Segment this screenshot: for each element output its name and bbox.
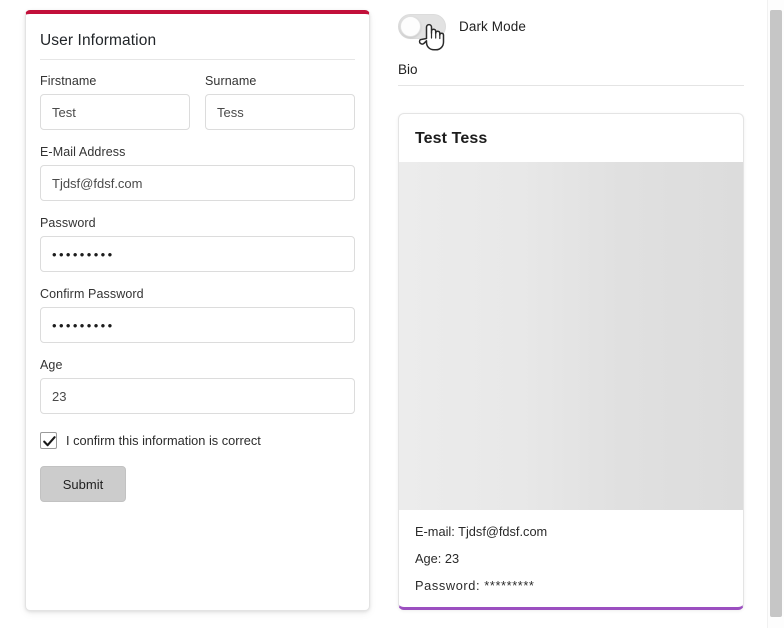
surname-label: Surname — [205, 74, 355, 88]
profile-image-placeholder — [399, 162, 743, 510]
confirm-checkbox-row[interactable]: I confirm this information is correct — [40, 432, 355, 449]
checkmark-icon — [42, 434, 57, 449]
email-field-group: E-Mail Address — [40, 145, 355, 201]
bio-heading-text: Bio — [398, 62, 744, 85]
firstname-input[interactable] — [40, 94, 190, 130]
surname-input[interactable] — [205, 94, 355, 130]
dark-mode-toggle[interactable] — [398, 14, 446, 39]
bio-card-title: Test Tess — [399, 114, 743, 162]
toggle-knob — [400, 16, 421, 37]
bio-age-line: Age: 23 — [415, 551, 727, 566]
vertical-scrollbar-track[interactable] — [767, 0, 784, 628]
bio-divider — [398, 85, 744, 86]
age-input[interactable] — [40, 378, 355, 414]
bio-email-line: E-mail: Tjdsf@fdsf.com — [415, 524, 727, 539]
right-panel: Dark Mode Bio Test Tess E-mail: Tjdsf@fd… — [396, 0, 746, 628]
submit-button[interactable]: Submit — [40, 466, 126, 502]
firstname-label: Firstname — [40, 74, 190, 88]
age-field-group: Age — [40, 358, 355, 414]
vertical-scrollbar-thumb[interactable] — [770, 10, 782, 617]
bio-password-line: Password: ********* — [415, 578, 727, 593]
dark-mode-row: Dark Mode — [398, 14, 526, 39]
confirm-password-field-group: Confirm Password ••••••••• — [40, 287, 355, 343]
name-row: Firstname Surname — [40, 74, 355, 130]
firstname-field-group: Firstname — [40, 74, 190, 130]
bio-card-details: E-mail: Tjdsf@fdsf.com Age: 23 Password:… — [399, 510, 743, 593]
age-label: Age — [40, 358, 355, 372]
email-input[interactable] — [40, 165, 355, 201]
bio-section-heading: Bio — [398, 62, 744, 86]
title-divider — [40, 59, 355, 60]
password-label: Password — [40, 216, 355, 230]
page-root: User Information Firstname Surname E-Mai… — [0, 0, 784, 628]
confirm-checkbox[interactable] — [40, 432, 57, 449]
password-masked-value: ••••••••• — [52, 248, 115, 261]
password-input[interactable]: ••••••••• — [40, 236, 355, 272]
confirm-password-masked-value: ••••••••• — [52, 319, 115, 332]
user-information-form-card: User Information Firstname Surname E-Mai… — [25, 10, 370, 611]
surname-field-group: Surname — [205, 74, 355, 130]
page-title: User Information — [40, 32, 355, 59]
confirm-checkbox-label: I confirm this information is correct — [66, 433, 261, 448]
bio-profile-card: Test Tess E-mail: Tjdsf@fdsf.com Age: 23… — [398, 113, 744, 610]
email-label: E-Mail Address — [40, 145, 355, 159]
password-field-group: Password ••••••••• — [40, 216, 355, 272]
confirm-password-input[interactable]: ••••••••• — [40, 307, 355, 343]
dark-mode-label: Dark Mode — [459, 19, 526, 34]
confirm-password-label: Confirm Password — [40, 287, 355, 301]
